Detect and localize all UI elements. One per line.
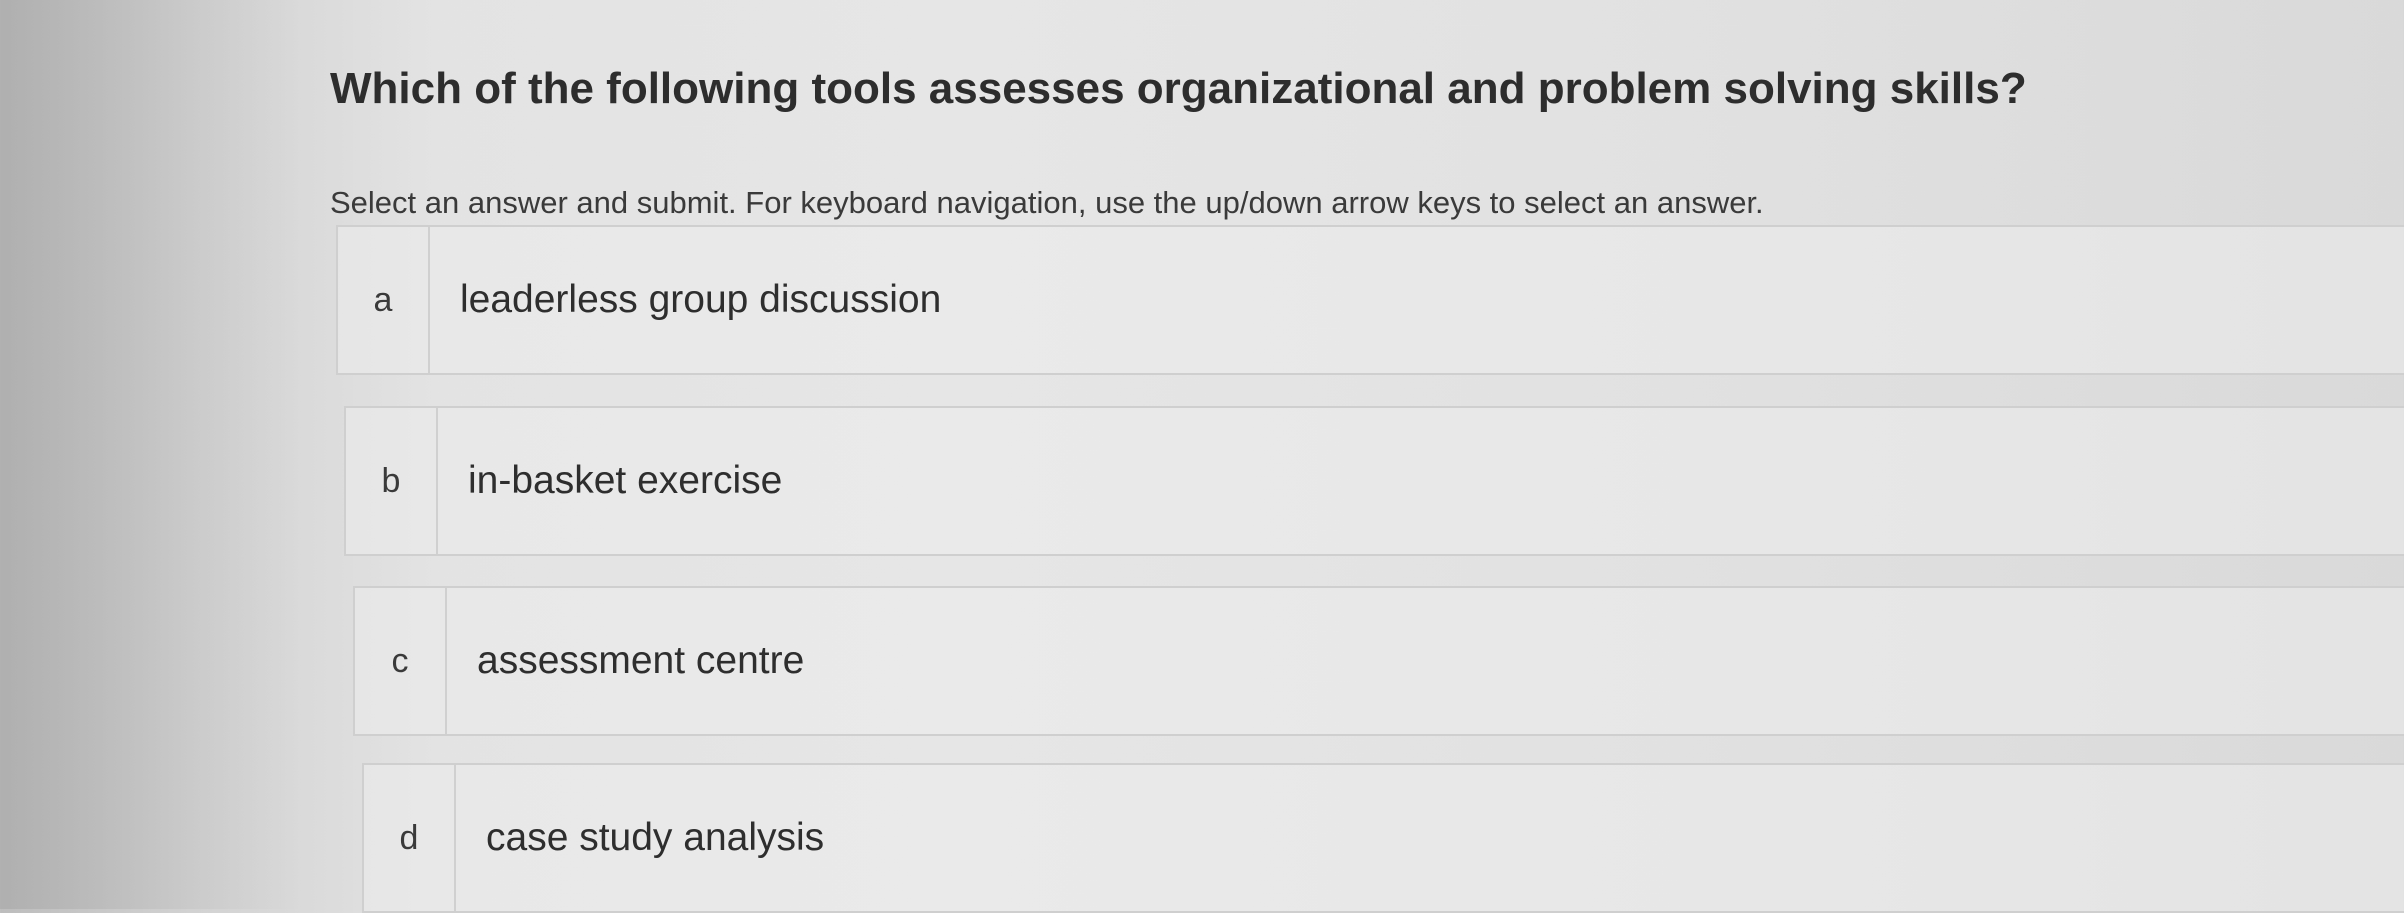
option-text-c: assessment centre: [477, 639, 805, 682]
answer-option-d[interactable]: d case study analysis: [362, 763, 2404, 913]
answer-option-c[interactable]: c assessment centre: [353, 586, 2404, 736]
option-letter-d: d: [364, 765, 456, 911]
answer-option-a[interactable]: a leaderless group discussion: [336, 225, 2404, 375]
option-letter-b: b: [346, 408, 438, 554]
option-text-a: leaderless group discussion: [460, 278, 942, 321]
option-text-d: case study analysis: [486, 816, 825, 859]
answer-option-b[interactable]: b in-basket exercise: [344, 406, 2404, 556]
answer-options-list: a leaderless group discussion b in-baske…: [0, 0, 2404, 913]
option-letter-a: a: [338, 227, 430, 373]
question-area: Which of the following tools assesses or…: [0, 0, 2404, 913]
option-text-b: in-basket exercise: [468, 459, 783, 502]
option-letter-c: c: [355, 588, 447, 734]
